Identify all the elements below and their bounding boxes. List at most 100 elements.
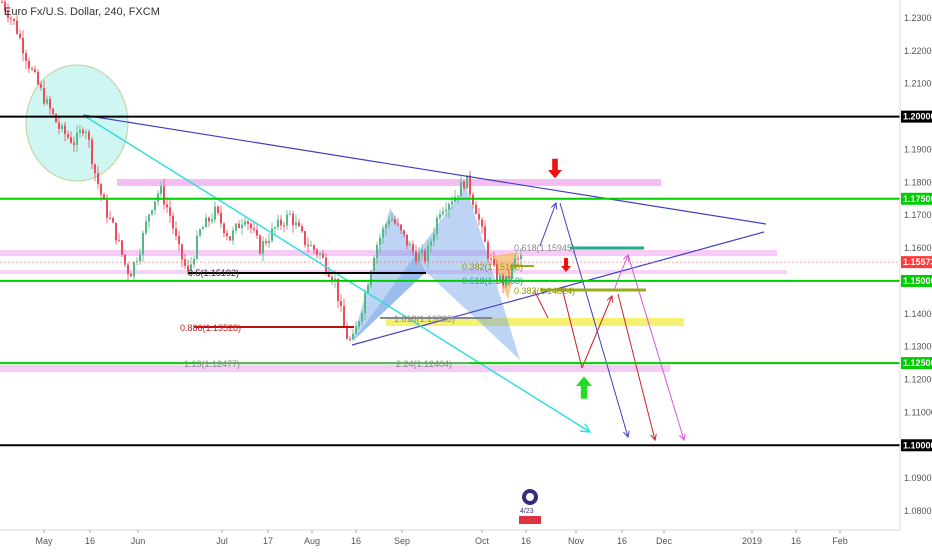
candle-body — [118, 240, 120, 242]
y-tick-label: 1.14000 — [904, 309, 932, 319]
candle-body — [307, 244, 309, 247]
fib-label: 0.382(1.14824) — [514, 286, 575, 296]
y-tick-label: 1.17000 — [904, 210, 932, 220]
candle-body — [82, 129, 84, 134]
logo-inner — [526, 493, 534, 501]
y-tick-label: 1.18000 — [904, 177, 932, 187]
candle-body — [292, 213, 294, 226]
candle-body — [349, 338, 351, 340]
chart-area[interactable]: 0.5(1.15192) 0.886(1.13528) 1.13(1.12477) 1… — [0, 0, 932, 550]
candle-body — [409, 244, 411, 246]
candle-body — [262, 241, 264, 254]
candle-body — [214, 206, 216, 220]
projection-red-3 — [581, 296, 612, 369]
candle-body — [394, 219, 396, 224]
candle-body — [76, 132, 78, 146]
candle-body — [271, 228, 273, 241]
candle-body — [88, 131, 90, 140]
candle-body — [268, 240, 270, 244]
x-tick-label: Nov — [568, 536, 585, 546]
candle-body — [277, 219, 279, 228]
candle-body — [106, 199, 108, 218]
zone-pink-low — [0, 365, 670, 372]
candle-body — [163, 186, 165, 205]
candle-body — [37, 71, 39, 85]
candle-body — [346, 327, 348, 339]
candle-body — [319, 253, 321, 255]
candle-body — [406, 234, 408, 246]
projection-blue-1 — [539, 203, 556, 247]
candle-body — [286, 214, 288, 226]
candle-body — [166, 204, 168, 208]
candle-body — [85, 131, 87, 134]
candle-body — [178, 236, 180, 245]
candle-body — [475, 204, 477, 214]
candle-body — [361, 313, 363, 322]
candle-body — [247, 221, 249, 224]
candle-body — [13, 18, 15, 21]
candle-body — [94, 164, 96, 174]
candle-body — [127, 264, 129, 274]
candle-body — [100, 183, 102, 195]
candle-body — [202, 227, 204, 230]
y-tick-label: 1.09000 — [904, 473, 932, 483]
candle-body — [520, 255, 522, 259]
candle-body — [22, 38, 24, 54]
candle-body — [79, 129, 81, 133]
chart-svg[interactable]: 0.5(1.15192) 0.886(1.13528) 1.13(1.12477) 1… — [0, 0, 932, 550]
candle-body — [148, 214, 150, 222]
candle-body — [208, 217, 210, 222]
candle-body — [322, 253, 324, 258]
candle-body — [517, 258, 519, 260]
candle-body — [481, 219, 483, 227]
y-tick-label: 1.13000 — [904, 342, 932, 352]
candle-body — [67, 134, 69, 138]
zone-pink-top — [117, 179, 661, 186]
watermark-text: 4/23 — [520, 508, 534, 515]
candle-body — [274, 227, 276, 229]
x-tick-label: 17 — [263, 536, 273, 546]
candle-body — [193, 258, 195, 265]
candle-body — [460, 181, 462, 196]
x-tick-label: Feb — [832, 536, 848, 546]
candle-body — [226, 233, 228, 237]
projection-magenta-2 — [627, 254, 684, 440]
candle-body — [391, 219, 393, 221]
trendline-upper — [82, 114, 767, 225]
candle-body — [478, 213, 480, 220]
candle-body — [433, 234, 435, 242]
x-tick-label: Sep — [394, 536, 410, 546]
x-tick-label: 16 — [617, 536, 627, 546]
candle-body — [265, 241, 267, 244]
candle-body — [466, 175, 468, 189]
level-badge-label: 1.20000 — [903, 112, 932, 122]
candle-body — [49, 99, 51, 109]
candle-body — [43, 87, 45, 104]
candle-body — [232, 230, 234, 241]
candle-body — [211, 219, 213, 222]
fib-label: 0.886(1.13528) — [180, 323, 241, 333]
current-price-label: 1.15573 — [903, 257, 932, 267]
candle-body — [400, 224, 402, 231]
candle-body — [184, 259, 186, 266]
candle-body — [175, 228, 177, 237]
candle-body — [436, 218, 438, 235]
candle-body — [298, 222, 300, 227]
candle-body — [430, 241, 432, 246]
candle-body — [55, 113, 57, 123]
candle-body — [172, 215, 174, 229]
candle-body — [385, 224, 387, 229]
candle-body — [358, 321, 360, 327]
candle-body — [229, 236, 231, 241]
candle-body — [121, 240, 123, 255]
fib-label: 1.13(1.12477) — [184, 359, 240, 369]
candle-body — [469, 175, 471, 195]
candle-body — [142, 233, 144, 255]
candle-body — [40, 84, 42, 88]
candle-body — [205, 217, 207, 228]
logo-flag — [519, 516, 541, 524]
candle-body — [388, 220, 390, 225]
x-tick-label: 16 — [791, 536, 801, 546]
candle-body — [283, 225, 285, 227]
candle-body — [1, 1, 3, 3]
